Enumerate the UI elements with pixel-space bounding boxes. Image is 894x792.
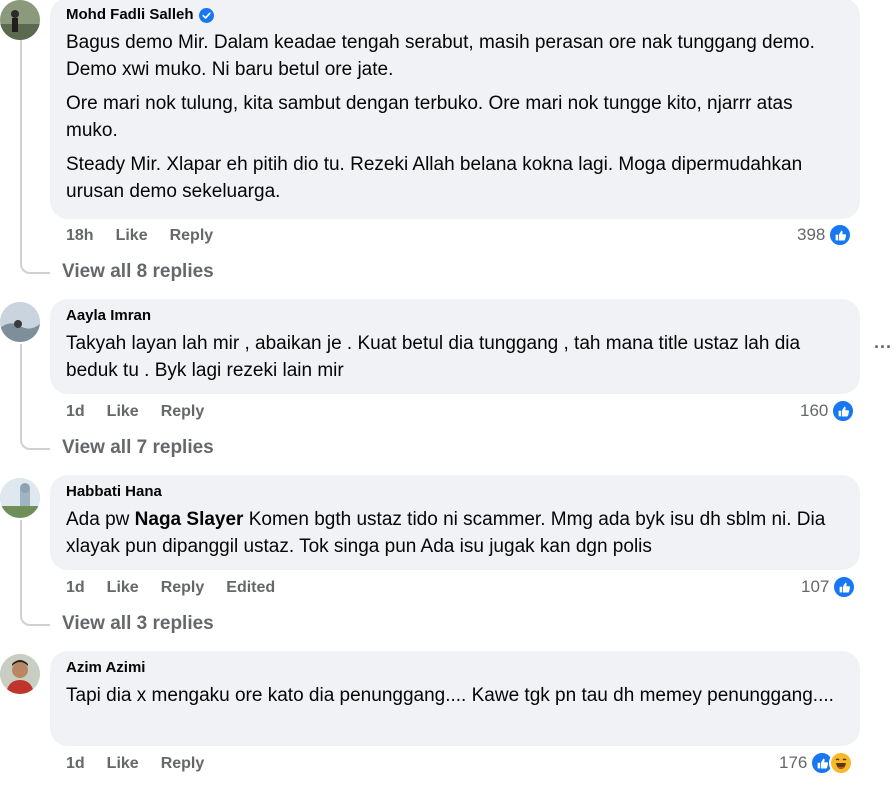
comment-bubble: Habbati Hana Ada pw Naga Slayer Komen bg… xyxy=(50,475,860,570)
reaction-count: 107 xyxy=(801,577,830,596)
comment-timestamp[interactable]: 1d xyxy=(66,403,85,421)
like-reaction-icon xyxy=(828,223,853,247)
comment-actions: 1d Like Reply xyxy=(66,755,204,773)
comment-text-prefix: Ada pw xyxy=(66,509,135,530)
reaction-count: 176 xyxy=(779,753,808,772)
thread-elbow xyxy=(20,438,50,450)
thread-line xyxy=(20,344,22,438)
view-replies-link[interactable]: View all 8 replies xyxy=(62,261,214,283)
reaction-summary[interactable]: 160 xyxy=(800,399,856,423)
comment-author[interactable]: Aayla Imran xyxy=(66,308,151,324)
comment-text: Takyah layan lah mir , abaikan je . Kuat… xyxy=(66,333,801,381)
like-button[interactable]: Like xyxy=(116,227,148,245)
like-reaction-icon xyxy=(832,575,857,599)
comment-bubble: Mohd Fadli Salleh Bagus demo Mir. Dalam … xyxy=(50,0,860,219)
comment-bubble: Azim Azimi Tapi dia x mengaku ore kato d… xyxy=(50,651,860,746)
mention-link[interactable]: Naga Slayer xyxy=(135,509,244,530)
reaction-summary[interactable]: 176 xyxy=(779,751,854,775)
comment-timestamp[interactable]: 18h xyxy=(66,227,94,245)
comment-author[interactable]: Mohd Fadli Salleh xyxy=(66,7,194,23)
comment-timestamp[interactable]: 1d xyxy=(66,579,85,597)
like-button[interactable]: Like xyxy=(107,755,139,773)
more-options-icon[interactable]: ... xyxy=(874,332,892,353)
comment-timestamp[interactable]: 1d xyxy=(66,755,85,773)
avatar[interactable] xyxy=(0,654,40,694)
view-replies-link[interactable]: View all 3 replies xyxy=(62,613,214,635)
view-replies-link[interactable]: View all 7 replies xyxy=(62,437,214,459)
comment-author[interactable]: Azim Azimi xyxy=(66,660,145,676)
thread-line xyxy=(20,520,22,614)
thread-line xyxy=(20,40,22,262)
comment-text: Tapi dia x mengaku ore kato dia penungga… xyxy=(66,685,834,706)
like-button[interactable]: Like xyxy=(107,403,139,421)
like-reaction-icon xyxy=(831,399,856,423)
like-button[interactable]: Like xyxy=(107,579,139,597)
comment-actions: 1d Like Reply Edited xyxy=(66,579,275,597)
comment-actions: 18h Like Reply xyxy=(66,227,213,245)
reaction-summary[interactable]: 107 xyxy=(801,575,857,599)
thread-elbow xyxy=(20,614,50,626)
reaction-count: 398 xyxy=(797,225,826,244)
comment-text: Ore mari nok tulung, kita sambut dengan … xyxy=(66,93,793,141)
reply-button[interactable]: Reply xyxy=(161,403,205,421)
verified-badge-icon xyxy=(198,7,214,23)
comment-author[interactable]: Habbati Hana xyxy=(66,484,162,500)
reaction-summary[interactable]: 398 xyxy=(797,223,853,247)
edited-label: Edited xyxy=(226,579,276,596)
comment-text: Steady Mir. Xlapar eh pitih dio tu. Reze… xyxy=(66,154,803,202)
reply-button[interactable]: Reply xyxy=(161,579,205,597)
comment-text: Bagus demo Mir. Dalam keadae tengah sera… xyxy=(66,32,815,80)
comment-text: Ada pw Naga Slayer Komen bgth ustaz tido… xyxy=(66,506,844,560)
comment-bubble: Aayla Imran Takyah layan lah mir , abaik… xyxy=(50,299,860,394)
reaction-count: 160 xyxy=(800,401,829,420)
avatar[interactable] xyxy=(0,0,40,40)
reply-button[interactable]: Reply xyxy=(161,755,205,773)
avatar[interactable] xyxy=(0,302,40,342)
avatar[interactable] xyxy=(0,478,40,518)
comment-actions: 1d Like Reply xyxy=(66,403,204,421)
haha-reaction-icon xyxy=(829,751,854,775)
reply-button[interactable]: Reply xyxy=(170,227,214,245)
thread-elbow xyxy=(20,262,50,274)
